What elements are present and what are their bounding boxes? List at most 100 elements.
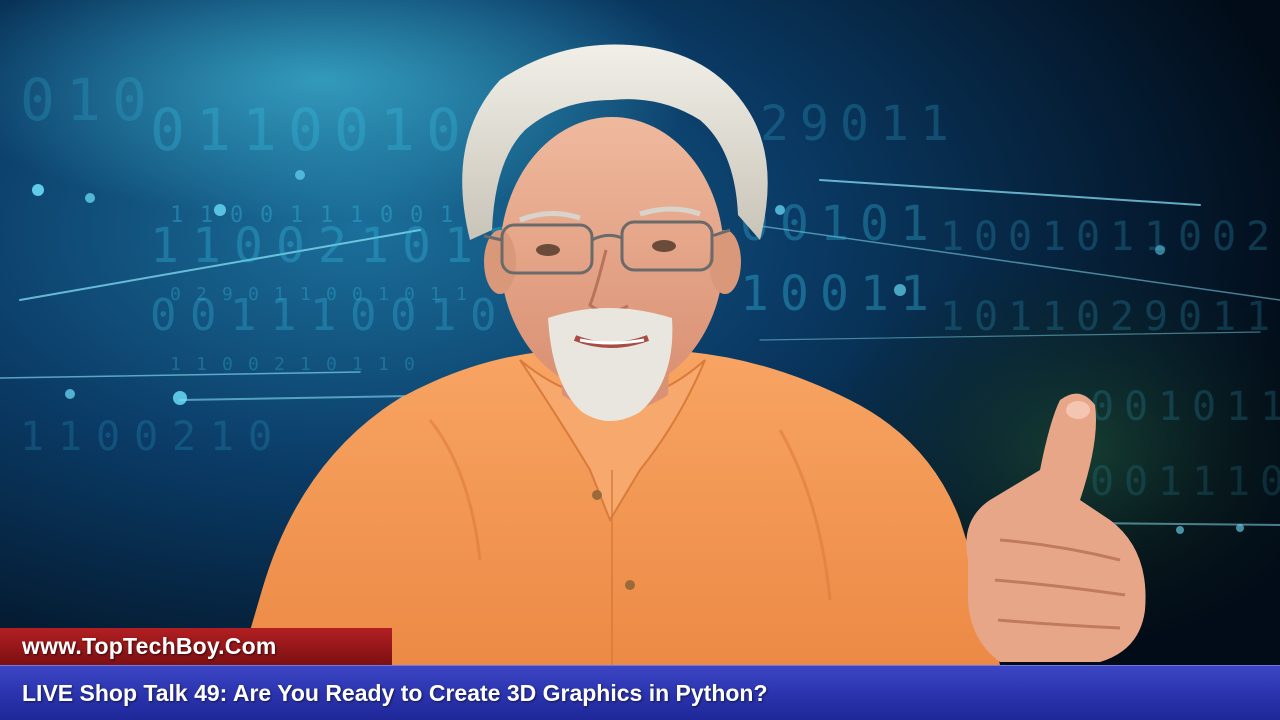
binary-digit: 1 [310,290,337,341]
binary-digit: 2 [1246,214,1270,260]
binary-digit: 1 [378,284,389,305]
website-url: www.TopTechBoy.Com [22,633,277,659]
binary-digit: 1 [196,96,231,164]
binary-digit: 1 [196,354,207,375]
binary-digit: 1 [1192,459,1216,505]
binary-digit: 0 [1076,214,1100,260]
binary-digit: 0 [248,414,272,460]
binary-digit: 1 [860,266,889,322]
right-ear [709,230,741,294]
binary-digit: 1 [380,96,415,164]
binary-digit: 1 [1226,384,1250,430]
binary-digit: 0 [276,218,305,274]
left-eye [536,244,560,256]
binary-digit: 0 [1260,459,1280,505]
binary-digit: 0 [134,414,158,460]
binary-digit: 0 [190,290,217,341]
binary-digit: 1 [1110,214,1134,260]
binary-digit: 0 [780,266,809,322]
website-banner: www.TopTechBoy.Com [0,628,392,665]
binary-digit: 0 [222,354,233,375]
binary-digit: 1 [1158,384,1182,430]
binary-digit: 0 [150,96,185,164]
binary-digit: 2 [760,96,789,152]
binary-digit: 0 [350,290,377,341]
binary-digit: 0 [390,290,417,341]
binary-digit: 0 [1076,294,1100,340]
binary-digit: 1 [1008,294,1032,340]
episode-title-bar: LIVE Shop Talk 49: Are You Ready to Crea… [0,665,1280,720]
binary-digit: 0 [860,196,889,252]
binary-digit: 1 [456,284,467,305]
binary-digit: 2 [274,354,285,375]
binary-digit: 0 [112,66,147,134]
binary-digit: 1 [880,96,909,152]
binary-digit: 0 [326,354,337,375]
binary-digit: 1 [270,290,297,341]
binary-digit: 2 [172,414,196,460]
binary-digit: 1 [242,96,277,164]
binary-digit: 0 [404,354,415,375]
binary-digit: 0 [1178,294,1202,340]
binary-digit: 1 [940,294,964,340]
binary-digit: 1 [300,354,311,375]
binary-digit: 1 [150,218,179,274]
binary-digit: 0 [288,96,323,164]
shirt-button [592,490,602,500]
binary-digit: 1 [360,218,389,274]
binary-digit: 2 [1110,294,1134,340]
binary-digit: 1 [740,266,769,322]
binary-digit: 1 [1246,294,1270,340]
binary-digit: 1 [230,290,257,341]
binary-digit: 1 [192,218,221,274]
binary-digit: 1 [1042,214,1066,260]
binary-digit: 9 [1144,294,1168,340]
binary-digit: 0 [234,218,263,274]
shirt-button [625,580,635,590]
right-eye [652,240,676,252]
binary-digit: 0 [470,290,497,341]
binary-digit: 1 [1212,294,1236,340]
binary-digit: 0 [820,266,849,322]
binary-digit: 1 [210,414,234,460]
binary-digit: 0 [1124,384,1148,430]
binary-digit: 1 [820,196,849,252]
binary-digit: 0 [1124,459,1148,505]
binary-digit: 1 [378,354,389,375]
binary-digit: 0 [1212,214,1236,260]
binary-digit: 1 [1260,384,1280,430]
binary-digit: 1 [1226,459,1250,505]
episode-title: LIVE Shop Talk 49: Are You Ready to Crea… [22,679,768,706]
binary-digit: 0 [96,414,120,460]
scene-illustration: 0110010110011100101100210110290110010110… [0,0,1280,720]
binary-digit: 1 [940,214,964,260]
binary-digit: 1 [1042,294,1066,340]
binary-digit: 0 [974,214,998,260]
binary-digit: 1 [352,354,363,375]
binary-digit: 0 [402,218,431,274]
binary-digit: 0 [1192,384,1216,430]
binary-digit: 0 [334,96,369,164]
binary-digit: 1 [58,414,82,460]
binary-digit: 1 [66,66,101,134]
binary-digit: 0 [150,290,177,341]
binary-digit: 0 [1178,214,1202,260]
binary-digit: 1 [170,354,181,375]
binary-digit: 0 [1008,214,1032,260]
binary-digit: 0 [248,354,259,375]
binary-digit: 1 [20,414,44,460]
video-frame: 0110010110011100101100210110290110010110… [0,0,1280,720]
binary-digit: 2 [318,218,347,274]
binary-digit: 1 [1144,214,1168,260]
binary-digit: 1 [900,266,929,322]
binary-digit: 0 [780,196,809,252]
binary-digit: 1 [1158,459,1182,505]
binary-digit: 0 [1090,459,1114,505]
binary-digit: 0 [20,66,55,134]
binary-digit: 1 [920,96,949,152]
binary-digit: 0 [426,96,461,164]
binary-digit: 0 [974,294,998,340]
binary-digit: 1 [900,196,929,252]
binary-digit: 1 [430,290,457,341]
binary-digit: 0 [840,96,869,152]
